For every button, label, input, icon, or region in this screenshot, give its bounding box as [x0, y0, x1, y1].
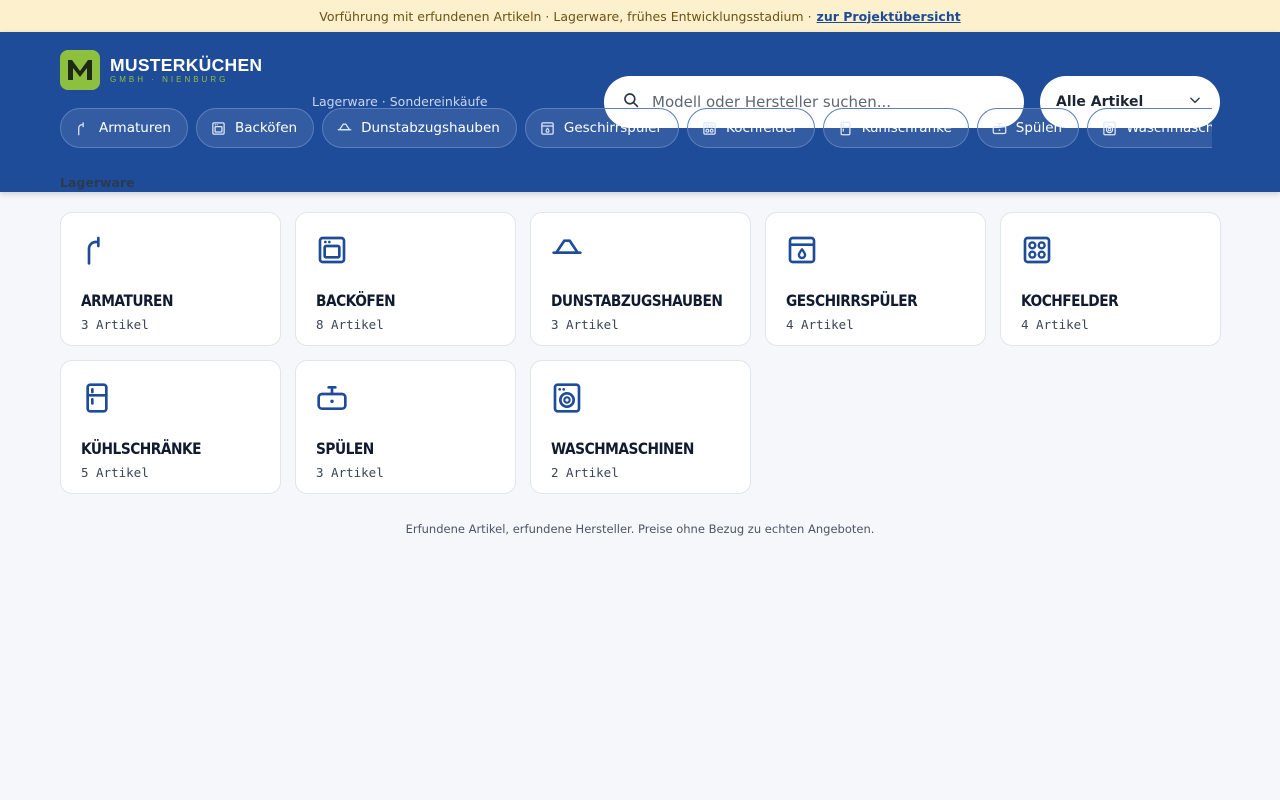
notice-text: Vorführung mit erfundenen Artikeln · Lag…: [319, 8, 812, 24]
chip-label: Backöfen: [234, 120, 298, 136]
category-title: Backöfen: [316, 291, 396, 310]
category-count: 3 Artikel: [81, 317, 149, 332]
chip-label: Dunstabzugshauben: [361, 120, 500, 136]
category-count: 4 Artikel: [1021, 317, 1089, 332]
brand-subtitle: GMBH · NIENBURG: [110, 75, 229, 84]
category-count: 3 Artikel: [551, 317, 619, 332]
chip-dunstabzugshauben[interactable]: Dunstabzugshauben: [322, 108, 517, 148]
category-title: Waschmaschinen: [551, 439, 694, 458]
header: MUSTERKÜCHEN GMBH · NIENBURG Lagerware ·…: [0, 32, 1280, 192]
dishwasher-icon: [540, 121, 555, 136]
tagline: Lagerware · Sondereinkäufe: [312, 94, 488, 109]
hood-icon: [337, 121, 352, 136]
category-card-armaturen[interactable]: Armaturen 3 Artikel: [60, 212, 281, 346]
category-title: Geschirrspüler: [786, 291, 918, 310]
sink-icon: [316, 381, 495, 415]
faucet-icon: [75, 121, 90, 136]
logo-mark-icon: [60, 50, 100, 90]
dishwasher-icon: [786, 233, 965, 267]
category-card-kuehlschraenke[interactable]: Kühlschränke 5 Artikel: [60, 360, 281, 494]
oven-icon: [316, 233, 495, 267]
chip-label: Waschmaschinen: [1126, 120, 1212, 136]
category-count: 4 Artikel: [786, 317, 854, 332]
category-title: Kühlschränke: [81, 439, 202, 458]
category-count: 8 Artikel: [316, 317, 384, 332]
chip-label: Geschirrspüler: [563, 120, 663, 136]
cooktop-icon: [1021, 233, 1200, 267]
chip-label: Armaturen: [99, 120, 171, 136]
footnote: Erfundene Artikel, erfundene Hersteller.…: [405, 522, 875, 536]
category-count: 3 Artikel: [316, 465, 384, 480]
chip-kochfelder[interactable]: Kochfelder: [687, 108, 815, 148]
washing-machine-icon: [1102, 121, 1117, 136]
category-title: Spülen: [316, 439, 374, 458]
category-grid: Armaturen 3 Artikel Backöfen 8 Artikel Dunst…: [60, 212, 1221, 494]
chip-kuehlschraenke[interactable]: Kühlschränke: [822, 108, 969, 148]
sink-icon: [992, 121, 1007, 136]
chip-label: Kochfelder: [726, 120, 798, 136]
chip-label: Kühlschränke: [861, 120, 952, 136]
category-card-kochfelder[interactable]: Kochfelder 4 Artikel: [1000, 212, 1221, 346]
faucet-icon: [81, 233, 260, 267]
category-chip-bar: Armaturen Backöfen Dunstabzugshauben Geschi…: [60, 108, 1212, 148]
category-count: 5 Artikel: [81, 465, 149, 480]
fridge-icon: [838, 121, 853, 136]
washing-machine-icon: [551, 381, 730, 415]
category-title: Armaturen: [81, 291, 173, 310]
category-title: Dunstabzugshauben: [551, 291, 723, 310]
category-count: 2 Artikel: [551, 465, 619, 480]
breadcrumb: Lagerware: [60, 175, 135, 190]
category-card-waschmaschinen[interactable]: Waschmaschinen 2 Artikel: [530, 360, 751, 494]
chip-armaturen[interactable]: Armaturen: [60, 108, 188, 148]
chip-geschirrspueler[interactable]: Geschirrspüler: [524, 108, 680, 148]
project-overview-link[interactable]: zur Projektübersicht: [817, 9, 961, 24]
notice-bar: Vorführung mit erfundenen Artikeln · Lag…: [0, 0, 1280, 32]
fridge-icon: [81, 381, 260, 415]
category-card-dunstabzugshauben[interactable]: Dunstabzugshauben 3 Artikel: [530, 212, 751, 346]
category-card-geschirrspueler[interactable]: Geschirrspüler 4 Artikel: [765, 212, 986, 346]
chip-waschmaschinen[interactable]: Waschmaschinen: [1087, 108, 1212, 148]
brand-name: MUSTERKÜCHEN: [110, 55, 263, 75]
hood-icon: [551, 233, 730, 267]
chip-backoefen[interactable]: Backöfen: [195, 108, 315, 148]
cooktop-icon: [702, 121, 717, 136]
chip-spuelen[interactable]: Spülen: [976, 108, 1080, 148]
chip-label: Spülen: [1015, 120, 1063, 136]
oven-icon: [211, 121, 226, 136]
logo[interactable]: MUSTERKÜCHEN GMBH · NIENBURG: [60, 50, 262, 90]
category-card-backoefen[interactable]: Backöfen 8 Artikel: [295, 212, 516, 346]
category-card-spuelen[interactable]: Spülen 3 Artikel: [295, 360, 516, 494]
category-title: Kochfelder: [1021, 291, 1119, 310]
